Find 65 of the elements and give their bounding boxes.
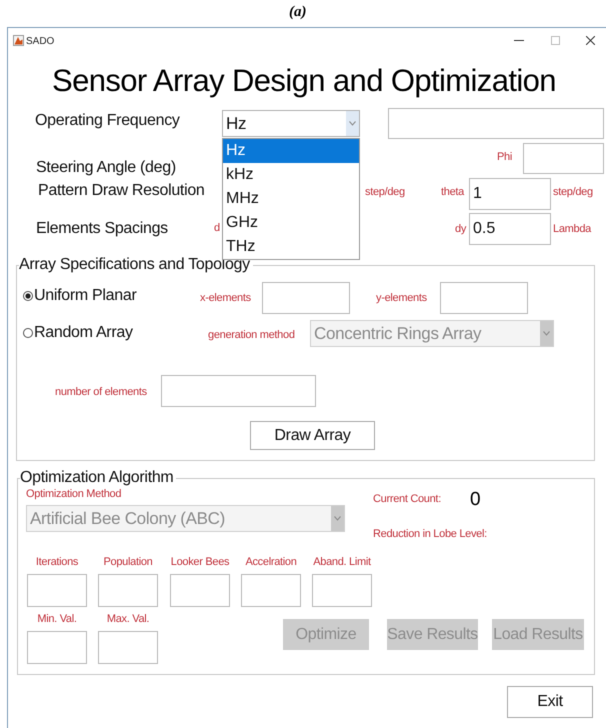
field-label: Iterations — [34, 557, 80, 568]
field-label: Optimization Method — [26, 489, 122, 500]
field-label: Reduction in Lobe Level: — [373, 529, 487, 540]
chevron-down-icon — [543, 331, 550, 336]
field-label: number of elements — [55, 387, 147, 398]
field-label: generation method — [208, 330, 295, 341]
field-label: Min. Val. — [36, 614, 78, 625]
field-label: dy — [455, 224, 466, 235]
dropdown[interactable]: Hz — [222, 110, 360, 137]
dropdown-option[interactable]: GHz — [223, 211, 359, 235]
input-field[interactable] — [170, 574, 230, 607]
field-label: y-elements — [376, 293, 427, 304]
app-icon — [13, 35, 24, 46]
unit-label: Lambda — [553, 224, 591, 235]
input-field[interactable] — [98, 574, 158, 607]
count-value: 0 — [470, 490, 481, 509]
input-field[interactable] — [241, 574, 301, 607]
unit-label: step/deg — [553, 187, 593, 198]
button: Save Results — [387, 619, 478, 650]
field-label: Pattern Draw Resolution — [38, 183, 205, 199]
input-field[interactable] — [161, 375, 316, 407]
minimize-icon[interactable] — [514, 40, 524, 42]
field-label: theta — [441, 187, 464, 198]
figure-caption: (a) — [289, 5, 306, 20]
input-field[interactable] — [27, 631, 87, 664]
button: Load Results — [492, 619, 584, 650]
field-label: Accelration — [244, 557, 298, 568]
field-label: x-elements — [200, 293, 251, 304]
button[interactable]: Exit — [507, 686, 593, 718]
chevron-down-icon — [349, 121, 356, 126]
radio-button[interactable]: Uniform Planar — [23, 288, 137, 304]
field-label: Steering Angle (deg) — [36, 160, 176, 176]
field-label: Current Count: — [373, 494, 441, 505]
field-label: Population — [102, 557, 154, 568]
unit-label: step/deg — [365, 187, 405, 198]
button: Optimize — [283, 619, 369, 650]
input-field[interactable]: 1 — [469, 178, 551, 210]
input-field[interactable] — [440, 282, 528, 314]
input-field[interactable] — [27, 574, 87, 607]
input-field[interactable] — [523, 143, 604, 174]
window-title: SADO — [26, 37, 54, 47]
panel-title: Array Specifications and Topology — [19, 257, 253, 273]
input-field[interactable] — [388, 108, 604, 139]
panel-title: Optimization Algorithm — [20, 470, 176, 486]
dropdown-option[interactable]: THz — [223, 235, 359, 259]
dropdown-option[interactable]: kHz — [223, 163, 359, 187]
chevron-down-icon — [334, 516, 341, 521]
dropdown-option[interactable]: Hz — [223, 139, 359, 163]
field-label: Aband. Limit — [312, 557, 372, 568]
dropdown-option[interactable]: MHz — [223, 187, 359, 211]
field-label: Phi — [497, 152, 512, 163]
input-field[interactable] — [262, 282, 350, 314]
app-heading: Sensor Array Design and Optimization — [52, 65, 556, 96]
radio-button[interactable]: Random Array — [23, 325, 133, 341]
field-label: Elements Spacings — [36, 221, 168, 237]
input-field[interactable]: 0.5 — [469, 213, 551, 245]
field-label: d — [214, 223, 220, 234]
field-label: Max. Val. — [106, 614, 150, 625]
maximize-icon[interactable] — [551, 36, 560, 45]
button[interactable]: Draw Array — [250, 421, 375, 450]
input-field[interactable] — [312, 574, 372, 607]
input-field[interactable] — [98, 631, 158, 664]
field-label: Looker Bees — [170, 557, 230, 568]
close-icon[interactable] — [586, 36, 595, 45]
field-label: Operating Frequency — [35, 113, 180, 129]
